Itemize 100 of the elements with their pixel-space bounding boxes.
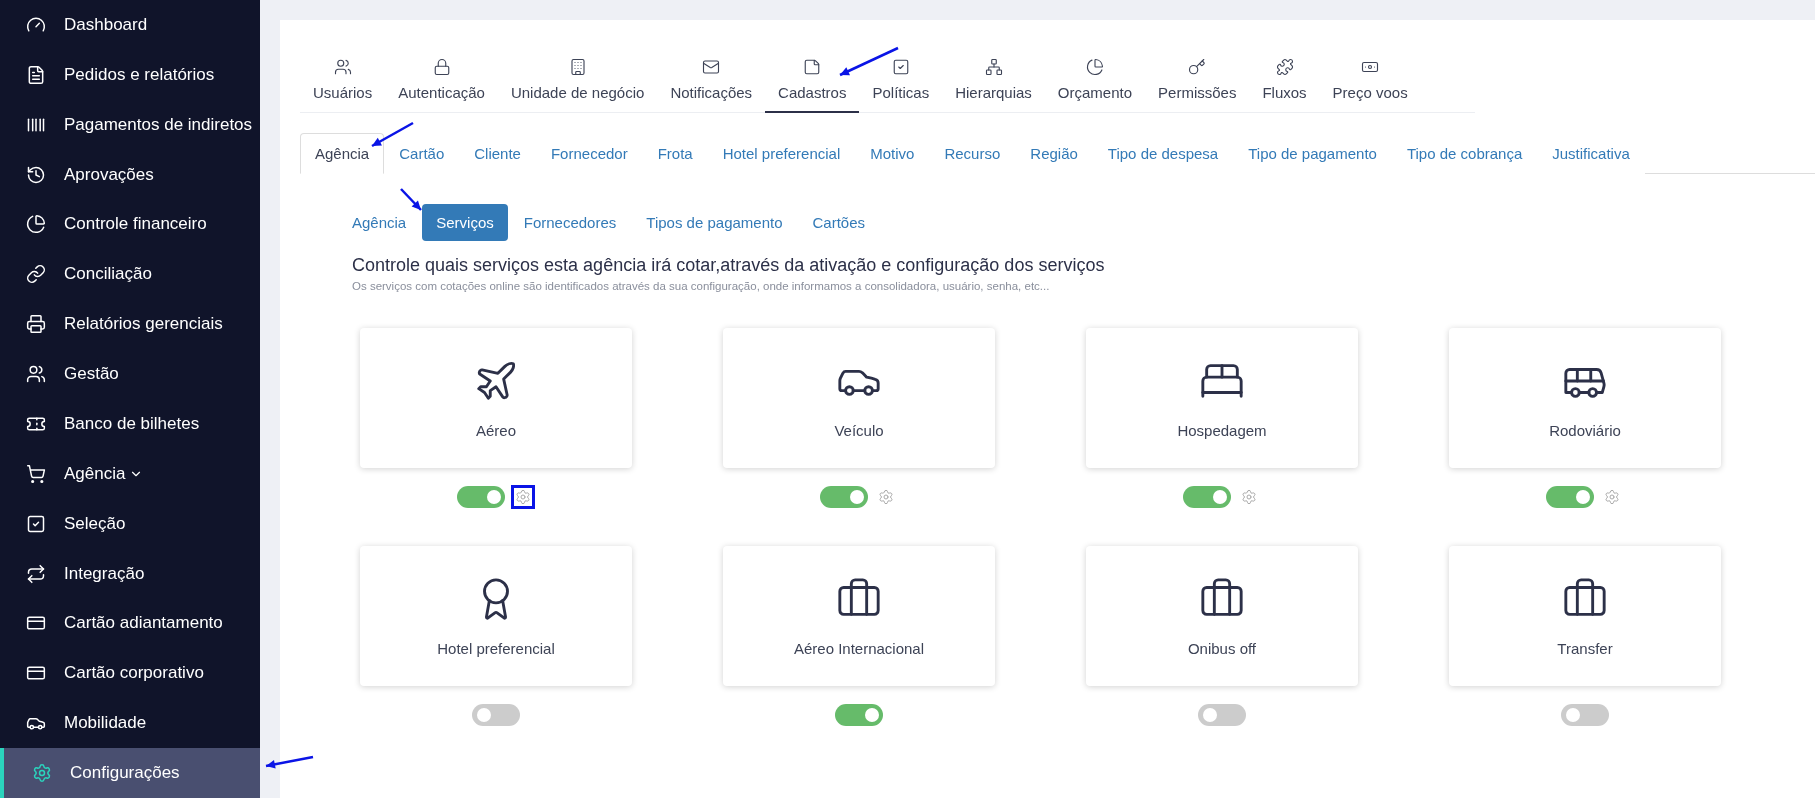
sidebar-item[interactable]: Agência xyxy=(0,448,260,499)
service-label: Aéreo Internacional xyxy=(793,639,925,657)
menu-icon xyxy=(26,314,46,335)
settings-tab[interactable]: Unidade de negócio xyxy=(497,50,658,113)
sidebar-item[interactable]: Aprovações xyxy=(0,149,260,200)
section-description: Os serviços com cotações online são identificados através da sua configuração, onde informamos a consolidadora, usuário, senha, etc... xyxy=(352,280,1051,292)
agency-tab[interactable]: Agência xyxy=(338,204,421,241)
service-label: Transfer xyxy=(1557,639,1613,657)
settings-tab[interactable]: Preço voos xyxy=(1319,50,1421,113)
menu-icon xyxy=(26,164,46,185)
agency-tab[interactable]: Serviços xyxy=(422,204,508,241)
service-card[interactable]: Transfer xyxy=(1449,546,1721,686)
tab-icon xyxy=(333,58,352,76)
toggle-switch[interactable] xyxy=(1561,704,1609,726)
service-label: Hotel preferencial xyxy=(437,639,555,657)
sidebar-item[interactable]: Pagamentos de indiretos xyxy=(0,99,260,150)
sidebar-item[interactable]: Banco de bilhetes xyxy=(0,399,260,449)
service-card[interactable]: Veículo xyxy=(723,328,995,468)
menu-icon xyxy=(26,513,46,534)
service-card[interactable]: Hospedagem xyxy=(1086,328,1358,468)
settings-tab[interactable]: Hierarquias xyxy=(942,50,1045,113)
service-label: Aéreo xyxy=(476,421,516,439)
service-card[interactable]: Rodoviário xyxy=(1449,328,1721,468)
tab-icon xyxy=(1085,58,1104,76)
tab-icon xyxy=(568,58,587,76)
menu-label: Agência xyxy=(64,463,126,484)
sidebar-item[interactable]: Controle financeiro xyxy=(0,199,260,250)
annotation-arrow xyxy=(839,46,899,77)
menu-label: Conciliação xyxy=(64,264,152,285)
settings-icon xyxy=(1604,489,1620,505)
sidebar-item[interactable]: Configurações xyxy=(0,748,260,798)
sidebar-item[interactable]: Integração xyxy=(0,548,260,599)
toggle-switch[interactable] xyxy=(472,704,520,726)
sidebar-item[interactable]: Mobilidade xyxy=(0,698,260,749)
service-card[interactable]: Aéreo Internacional xyxy=(723,546,995,686)
service-label: Rodoviário xyxy=(1549,421,1621,439)
settings-icon xyxy=(878,489,894,505)
menu-icon xyxy=(26,563,46,584)
menu-label: Banco de bilhetes xyxy=(64,413,200,434)
menu-label: Controle financeiro xyxy=(64,214,207,235)
service-card[interactable]: Aéreo xyxy=(360,328,632,468)
menu-label: Seleção xyxy=(64,513,126,534)
toggle-switch[interactable] xyxy=(820,486,868,508)
sidebar-item[interactable]: Gestão xyxy=(0,349,260,399)
menu-label: Mobilidade xyxy=(64,713,147,734)
service-label: Onibus off xyxy=(1187,639,1257,657)
menu-icon xyxy=(26,364,46,385)
tab-icon xyxy=(702,58,721,76)
settings-tab[interactable]: Fluxos xyxy=(1249,50,1320,113)
sidebar-item[interactable]: Relatórios gerenciais xyxy=(0,299,260,350)
sidebar-item[interactable]: Pedidos e relatórios xyxy=(0,49,260,100)
annotation-arrow xyxy=(400,188,422,211)
menu-label: Cartão corporativo xyxy=(64,663,204,684)
menu-icon xyxy=(26,214,46,235)
menu-icon xyxy=(26,64,46,85)
settings-tab[interactable]: Políticas xyxy=(859,50,943,113)
tab-icon xyxy=(1275,58,1294,76)
sidebar-item[interactable]: Conciliação xyxy=(0,249,260,300)
service-card[interactable]: Hotel preferencial xyxy=(360,546,632,686)
menu-label: Aprovações xyxy=(64,164,154,185)
menu-icon xyxy=(32,763,52,784)
sidebar-item[interactable]: Cartão corporativo xyxy=(0,648,260,699)
toggle-switch[interactable] xyxy=(1183,486,1231,508)
menu-label: Dashboard xyxy=(64,14,148,35)
menu-label: Configurações xyxy=(70,763,180,784)
annotation-arrow xyxy=(265,755,314,769)
sidebar-item[interactable]: Seleção xyxy=(0,498,260,549)
register-tab[interactable]: Agência xyxy=(300,133,385,174)
toggle-switch[interactable] xyxy=(457,486,505,508)
tab-icon xyxy=(803,58,822,76)
tab-icon xyxy=(1188,58,1207,76)
service-label: Veículo xyxy=(834,421,884,439)
agency-tab[interactable]: Cartões xyxy=(798,204,880,241)
settings-tab[interactable]: Permissões xyxy=(1145,50,1250,113)
settings-tab[interactable]: Notificações xyxy=(657,50,766,113)
service-label: Hospedagem xyxy=(1177,421,1267,439)
toggle-switch[interactable] xyxy=(1198,704,1246,726)
menu-label: Integração xyxy=(64,563,145,584)
settings-icon xyxy=(1241,489,1257,505)
settings-tab[interactable]: Autenticação xyxy=(385,50,498,113)
menu-icon xyxy=(26,463,46,484)
agency-tab[interactable]: Tipos de pagamento xyxy=(632,204,797,241)
menu-label: Pedidos e relatórios xyxy=(64,64,215,85)
settings-tab[interactable]: Orçamento xyxy=(1044,50,1146,113)
tab-icon xyxy=(891,58,910,76)
agency-tab[interactable]: Fornecedores xyxy=(509,204,631,241)
settings-icon xyxy=(515,489,531,505)
settings-button[interactable] xyxy=(511,485,535,509)
menu-label: Cartão adiantamento xyxy=(64,613,223,634)
sidebar-item[interactable]: Cartão adiantamento xyxy=(0,598,260,649)
tab-icon xyxy=(984,58,1003,76)
toggle-switch[interactable] xyxy=(1546,486,1594,508)
sidebar-item[interactable]: Dashboard xyxy=(0,0,260,50)
section-heading: Controle quais serviços esta agência irá cotar,através da ativação e configuração dos serviços xyxy=(352,255,1106,276)
menu-label: Relatórios gerenciais xyxy=(64,314,223,335)
toggle-switch[interactable] xyxy=(835,704,883,726)
service-card[interactable]: Onibus off xyxy=(1086,546,1358,686)
annotation-arrow xyxy=(371,121,414,148)
menu-label: Pagamentos de indiretos xyxy=(64,114,253,135)
settings-tab[interactable]: Usuários xyxy=(300,50,386,113)
